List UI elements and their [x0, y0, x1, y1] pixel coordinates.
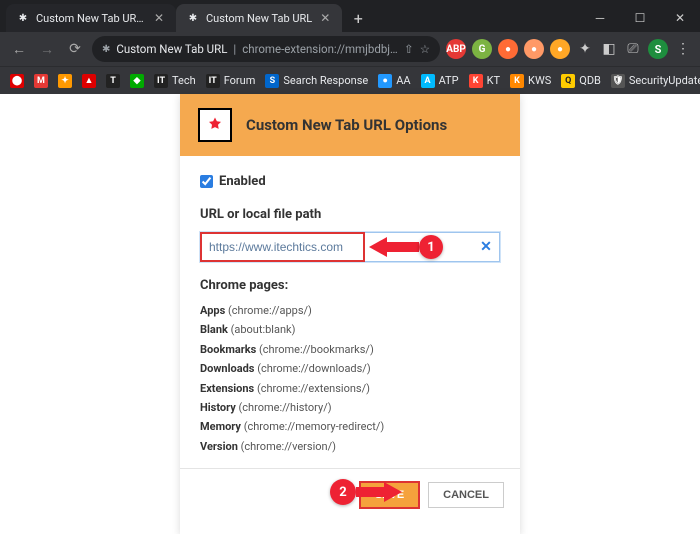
browser-window: ✱ Custom New Tab URL - Chrome ✕ ✱ Custom…: [0, 0, 700, 94]
cancel-button[interactable]: CANCEL: [428, 482, 504, 508]
annotation-number: 2: [330, 479, 356, 505]
bookmark-item[interactable]: QQDB: [561, 74, 601, 88]
bookmark-item[interactable]: KKT: [469, 74, 500, 88]
extension-icon[interactable]: ●: [498, 39, 518, 59]
tab-strip: ✱ Custom New Tab URL - Chrome ✕ ✱ Custom…: [0, 0, 700, 32]
extensions-puzzle-icon[interactable]: ◧: [600, 41, 618, 57]
save-button[interactable]: SAVE: [359, 481, 420, 509]
bookmark-item[interactable]: ITForum: [206, 74, 256, 88]
tab-favicon: ✱: [186, 11, 200, 25]
maximize-button[interactable]: ☐: [620, 4, 660, 32]
enabled-checkbox[interactable]: [200, 175, 213, 188]
minimize-button[interactable]: ─: [580, 4, 620, 32]
extension-icon: ✱: [102, 44, 110, 55]
menu-icon[interactable]: ⋮: [674, 41, 692, 57]
star-icon[interactable]: ☆: [420, 42, 430, 56]
address-bar[interactable]: ✱ Custom New Tab URL | chrome-extension:…: [92, 36, 440, 62]
extension-abp-icon[interactable]: ABP: [446, 39, 466, 59]
panel-footer: 2 SAVE CANCEL: [180, 468, 520, 521]
window-controls: ─ ☐ ✕: [580, 4, 700, 32]
browser-toolbar: ← → ⟳ ✱ Custom New Tab URL | chrome-exte…: [0, 32, 700, 66]
list-item[interactable]: Version (chrome://version/): [200, 439, 500, 454]
app-logo-icon: [198, 108, 232, 142]
url-field-label: URL or local file path: [200, 207, 500, 222]
tab-favicon: ✱: [16, 11, 30, 25]
clear-input-button[interactable]: ✕: [473, 239, 499, 255]
bookmark-item[interactable]: KKWS: [510, 74, 551, 88]
bookmark-item[interactable]: T: [106, 74, 120, 88]
bookmark-item[interactable]: AATP: [421, 74, 459, 88]
address-url: chrome-extension://mmjbdbjnoablegbkcklgg…: [242, 42, 398, 56]
tab-title: Custom New Tab URL: [206, 12, 312, 25]
url-input-wrap: ✕ 1: [200, 232, 500, 262]
extension-icon[interactable]: G: [472, 39, 492, 59]
list-item[interactable]: Bookmarks (chrome://bookmarks/): [200, 342, 500, 357]
bookmark-item[interactable]: ◆: [130, 74, 144, 88]
close-icon[interactable]: ✕: [152, 11, 166, 25]
bookmark-item[interactable]: ⬤: [10, 74, 24, 88]
bookmark-item[interactable]: SSearch Response: [265, 74, 368, 88]
close-button[interactable]: ✕: [660, 4, 700, 32]
list-item[interactable]: Blank (about:blank): [200, 322, 500, 337]
extensions-menu-icon[interactable]: ✦: [576, 41, 594, 57]
enabled-label: Enabled: [219, 174, 266, 189]
bookmark-item[interactable]: M: [34, 74, 48, 88]
forward-button[interactable]: →: [36, 38, 58, 60]
list-item[interactable]: History (chrome://history/): [200, 400, 500, 415]
new-tab-button[interactable]: +: [346, 6, 370, 30]
panel-body: Enabled URL or local file path ✕ 1 Chrom…: [180, 156, 520, 468]
page-content: Custom New Tab URL Options Enabled URL o…: [0, 94, 700, 534]
list-item[interactable]: Memory (chrome://memory-redirect/): [200, 419, 500, 434]
browser-tab-2[interactable]: ✱ Custom New Tab URL ✕: [176, 4, 342, 32]
bookmark-item[interactable]: ●AA: [378, 74, 410, 88]
browser-tab-1[interactable]: ✱ Custom New Tab URL - Chrome ✕: [6, 4, 176, 32]
account-icon[interactable]: ⎚: [624, 41, 642, 57]
share-icon[interactable]: ⇧: [404, 42, 414, 56]
panel-header: Custom New Tab URL Options: [180, 94, 520, 156]
profile-avatar[interactable]: S: [648, 39, 668, 59]
chrome-pages-list: Apps (chrome://apps/) Blank (about:blank…: [200, 303, 500, 454]
bookmark-item[interactable]: ✦: [58, 74, 72, 88]
bookmarks-bar: ⬤ M ✦ ▲ T ◆ ITTech ITForum SSearch Respo…: [0, 66, 700, 94]
list-item[interactable]: Apps (chrome://apps/): [200, 303, 500, 318]
bookmark-item[interactable]: 🛡SecurityUpdates: [611, 74, 700, 88]
back-button[interactable]: ←: [8, 38, 30, 60]
url-input[interactable]: [201, 233, 473, 261]
extension-icon[interactable]: ●: [524, 39, 544, 59]
extension-icon[interactable]: ●: [550, 39, 570, 59]
list-item[interactable]: Downloads (chrome://downloads/): [200, 361, 500, 376]
list-item[interactable]: Extensions (chrome://extensions/): [200, 381, 500, 396]
tab-title: Custom New Tab URL - Chrome: [36, 12, 146, 25]
chrome-pages-label: Chrome pages:: [200, 278, 500, 293]
bookmark-item[interactable]: ITTech: [154, 74, 196, 88]
reload-button[interactable]: ⟳: [64, 38, 86, 60]
close-icon[interactable]: ✕: [318, 11, 332, 25]
bookmark-item[interactable]: ▲: [82, 74, 96, 88]
panel-title: Custom New Tab URL Options: [246, 116, 447, 134]
options-panel: Custom New Tab URL Options Enabled URL o…: [180, 94, 520, 534]
address-site: Custom New Tab URL: [116, 42, 227, 56]
